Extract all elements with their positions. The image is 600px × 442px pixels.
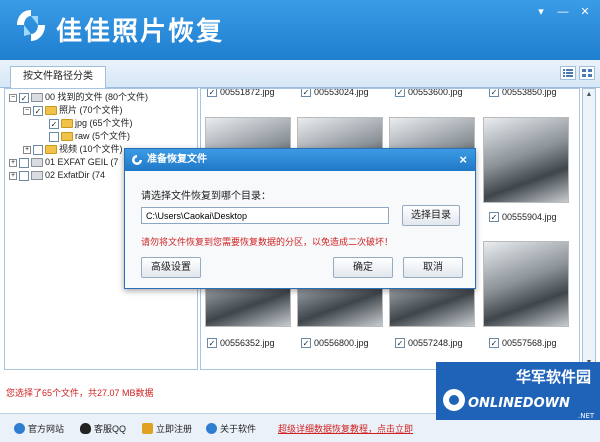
thumbnail-view-icon[interactable]	[579, 66, 595, 80]
tree-item[interactable]: + 01 EXFAT GEIL (7	[9, 156, 118, 169]
register-link[interactable]: 立即注册	[142, 422, 192, 435]
thumbnail-caption[interactable]: ✓ 00556800.jpg	[301, 337, 369, 349]
thumbnail-checkbox[interactable]: ✓	[395, 89, 405, 97]
scroll-up-icon[interactable]: ▲	[583, 89, 595, 101]
thumbnail-caption[interactable]: ✓ 00553600.jpg	[395, 89, 463, 98]
tree-checkbox[interactable]: ✓	[49, 118, 59, 129]
thumbnail-caption[interactable]: ✓ 00556352.jpg	[207, 337, 275, 349]
dialog-warning: 请勿将文件恢复到您需要恢复数据的分区，以免造成二次破坏！	[141, 237, 394, 247]
restore-path-input[interactable]	[141, 207, 389, 224]
folder-icon	[45, 145, 57, 154]
svg-text:ONLINEDOWN: ONLINEDOWN	[468, 396, 570, 411]
tree-checkbox[interactable]	[19, 170, 29, 181]
info-icon	[206, 423, 217, 434]
restore-icon	[132, 155, 142, 165]
menu-dropdown-button[interactable]: ▾	[530, 4, 552, 20]
folder-icon	[61, 132, 73, 141]
thumbnail-checkbox[interactable]: ✓	[301, 89, 311, 97]
drive-icon	[31, 171, 43, 180]
drive-icon	[31, 93, 43, 102]
window-controls: ▾ — ✕	[530, 4, 596, 20]
tree-item[interactable]: + 视频 (10个文件)	[23, 143, 123, 156]
thumbnail-caption[interactable]: ✓ 00557568.jpg	[489, 337, 557, 349]
tab-by-file-path[interactable]: 按文件路径分类	[10, 66, 106, 88]
tree-item[interactable]: ✓ jpg (65个文件)	[49, 117, 133, 130]
about-software-link[interactable]: 关于软件	[206, 422, 256, 435]
thumbnail-caption[interactable]: ✓ 00553850.jpg	[489, 89, 557, 98]
dialog-prompt: 请选择文件恢复到哪个目录：	[141, 191, 271, 202]
official-site-link[interactable]: 官方网站	[14, 422, 64, 435]
support-qq-link[interactable]: 客服QQ	[80, 422, 126, 435]
svg-text:华军软件园: 华军软件园	[516, 368, 591, 386]
ok-button[interactable]: 确定	[333, 257, 393, 278]
thumbnail-caption[interactable]: ✓ 00555904.jpg	[489, 211, 557, 223]
tree-item-label: raw (5个文件)	[75, 131, 131, 141]
thumbnail-caption[interactable]: ✓ 00551872.jpg	[207, 89, 275, 98]
app-logo-icon	[17, 10, 45, 41]
selection-status: 您选择了65个文件，共27.07 MB数据	[6, 388, 154, 398]
advanced-settings-button[interactable]: 高级设置	[141, 257, 201, 278]
tutorial-promo-link[interactable]: 超级详细数据恢复教程，点击立即	[278, 422, 413, 435]
title-bar: 佳佳照片恢复 ▾ — ✕	[0, 0, 600, 60]
thumbnail-checkbox[interactable]: ✓	[489, 89, 499, 97]
thumbnail-checkbox[interactable]: ✓	[395, 338, 405, 348]
restore-dialog: 准备恢复文件 × 请选择文件恢复到哪个目录： 选择目录 请勿将文件恢复到您需要恢…	[124, 148, 476, 289]
globe-icon	[14, 423, 25, 434]
folder-icon	[61, 119, 73, 128]
collapse-icon[interactable]: −	[23, 106, 31, 115]
thumbnail-checkbox[interactable]: ✓	[489, 338, 499, 348]
collapse-icon[interactable]: −	[9, 93, 17, 102]
folder-icon	[45, 106, 57, 115]
thumbnail-checkbox[interactable]: ✓	[301, 338, 311, 348]
svg-text:.NET: .NET	[578, 412, 595, 420]
tab-strip: 按文件路径分类	[0, 60, 600, 88]
tree-checkbox[interactable]	[19, 157, 29, 168]
app-title: 佳佳照片恢复	[56, 16, 225, 46]
tree-checkbox[interactable]: ✓	[19, 92, 29, 103]
thumbnail-checkbox[interactable]: ✓	[207, 89, 217, 97]
tree-item-label: 02 ExfatDir (74	[45, 170, 106, 180]
thumbnail-caption[interactable]: ✓ 00557248.jpg	[395, 337, 463, 349]
tree-checkbox[interactable]	[49, 131, 59, 142]
thumbnail-checkbox[interactable]: ✓	[207, 338, 217, 348]
expand-icon[interactable]: +	[9, 171, 17, 180]
key-icon	[142, 423, 153, 434]
thumbnail-caption[interactable]: ✓ 00553024.jpg	[301, 89, 369, 98]
qq-penguin-icon	[80, 423, 91, 434]
thumbnail-image[interactable]	[483, 117, 569, 203]
tree-item[interactable]: raw (5个文件)	[49, 130, 130, 143]
thumbnail-scrollbar[interactable]: ▲ ▼	[582, 88, 596, 370]
tree-item-label: 01 EXFAT GEIL (7	[45, 157, 119, 167]
tree-item-label: 00 找到的文件 (80个文件)	[45, 92, 149, 102]
tree-item-label: jpg (65个文件)	[75, 118, 133, 128]
tree-item-label: 照片 (70个文件)	[59, 105, 123, 115]
tree-item-label: 视频 (10个文件)	[59, 144, 123, 154]
tree-item[interactable]: − ✓ 00 找到的文件 (80个文件)	[9, 91, 148, 104]
dialog-close-icon[interactable]: ×	[459, 149, 467, 171]
tree-item[interactable]: − ✓ 照片 (70个文件)	[23, 104, 123, 117]
close-window-button[interactable]: ✕	[574, 4, 596, 20]
onlinedown-watermark: 华军软件园 ONLINEDOWN .NET	[436, 362, 600, 420]
drive-icon	[31, 158, 43, 167]
tree-checkbox[interactable]	[33, 144, 43, 155]
expand-icon[interactable]: +	[9, 158, 17, 167]
thumbnail-checkbox[interactable]: ✓	[489, 212, 499, 222]
thumbnail-image[interactable]	[483, 241, 569, 327]
dialog-title: 准备恢复文件	[147, 154, 207, 165]
choose-directory-button[interactable]: 选择目录	[402, 205, 460, 226]
cancel-button[interactable]: 取消	[403, 257, 463, 278]
expand-icon[interactable]: +	[23, 145, 31, 154]
list-view-icon[interactable]	[560, 66, 576, 80]
dialog-title-bar: 准备恢复文件 ×	[125, 149, 475, 171]
minimize-button[interactable]: —	[552, 4, 574, 20]
tree-checkbox[interactable]: ✓	[33, 105, 43, 116]
tree-item[interactable]: + 02 ExfatDir (74	[9, 169, 105, 182]
